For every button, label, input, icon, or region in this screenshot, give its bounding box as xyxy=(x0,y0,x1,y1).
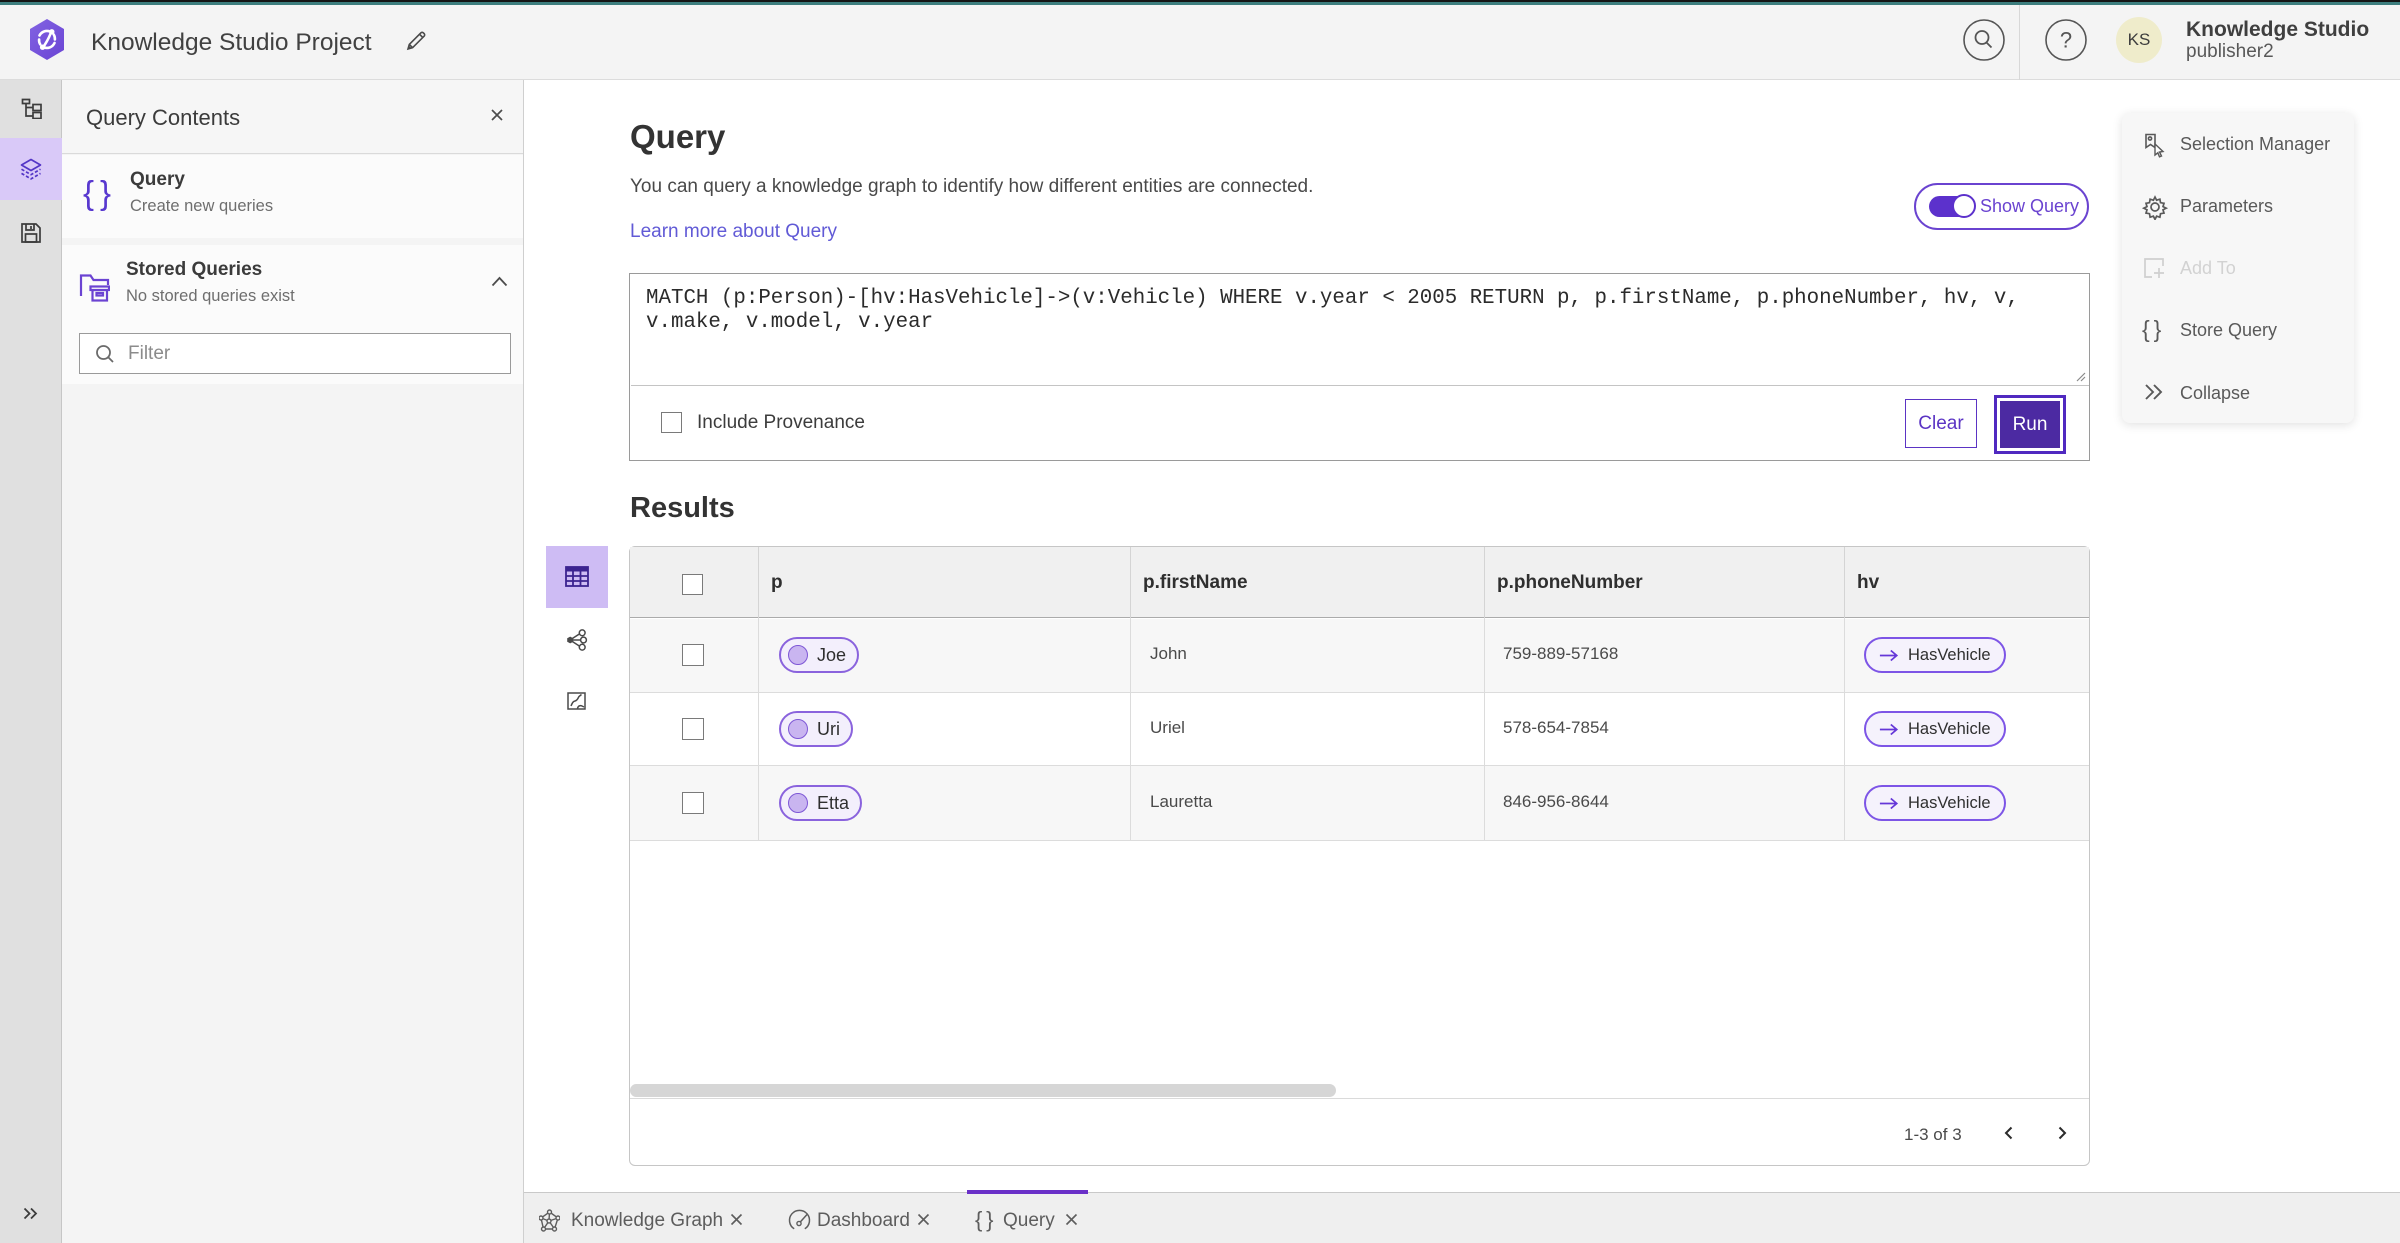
svg-text:?: ? xyxy=(2060,28,2072,53)
